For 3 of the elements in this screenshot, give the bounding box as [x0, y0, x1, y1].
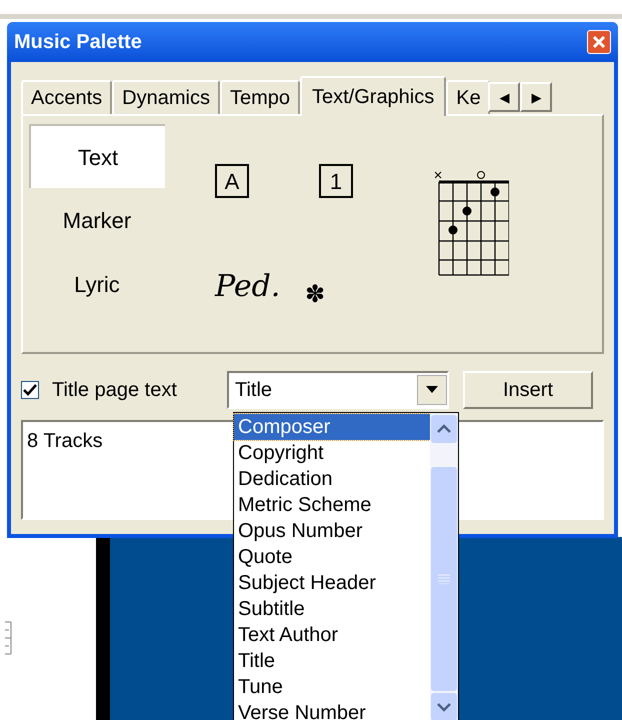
combo-value: Title	[234, 378, 274, 403]
checkbox-label: Title page text	[52, 378, 178, 403]
window-title: Music Palette	[14, 30, 142, 55]
